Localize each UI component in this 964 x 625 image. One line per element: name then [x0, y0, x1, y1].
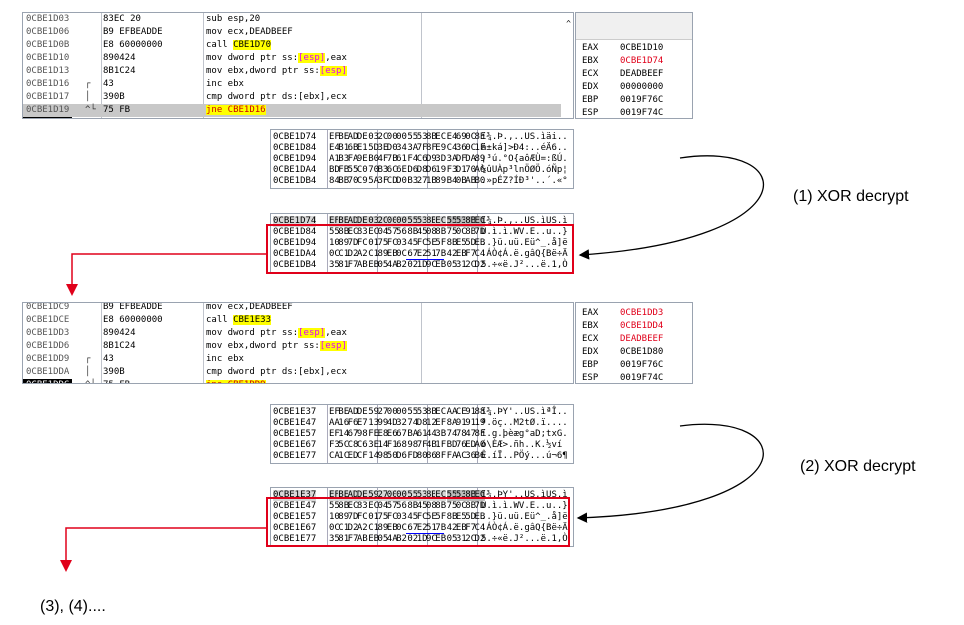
- curved-arrow-2: [576, 423, 764, 523]
- red-arrow-1: [66, 253, 266, 296]
- red-arrow-2: [60, 527, 266, 572]
- curved-arrow-1: [578, 155, 764, 260]
- flow-arrows: [60, 155, 764, 572]
